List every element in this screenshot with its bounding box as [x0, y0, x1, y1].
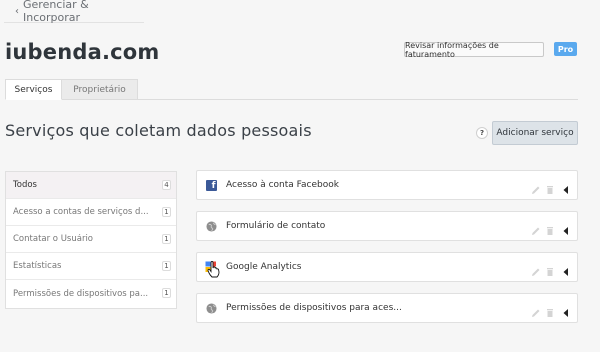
tab-owner[interactable]: Proprietário [62, 79, 138, 100]
caret-left-icon[interactable] [561, 262, 571, 276]
sidebar-item-account-access[interactable]: Acesso a contas de serviços d... 1 [6, 199, 176, 226]
sidebar-item-device-permissions[interactable]: Permissões de dispositivos pa... 1 [6, 280, 176, 307]
section-title: Serviços que coletam dados pessoais [5, 121, 312, 140]
plan-badge: Pro [554, 42, 577, 56]
service-row-google-analytics[interactable]: Google Analytics [196, 252, 578, 282]
sidebar-item-label: Acesso a contas de serviços d... [13, 207, 149, 217]
add-service-button[interactable]: Adicionar serviço [492, 121, 578, 145]
sidebar-item-label: Todos [13, 180, 37, 190]
pencil-icon[interactable] [531, 180, 541, 194]
service-row-device-permissions[interactable]: Permissões de dispositivos para aces... [196, 293, 578, 323]
site-title: iubenda.com [5, 40, 160, 64]
caret-left-icon[interactable] [561, 180, 571, 194]
service-label: Google Analytics [226, 262, 302, 272]
count-badge: 4 [162, 180, 171, 190]
caret-left-icon[interactable] [561, 303, 571, 317]
sidebar-item-label: Contatar o Usuário [13, 234, 94, 244]
sidebar-item-all[interactable]: Todos 4 [6, 172, 176, 199]
globe-icon [205, 302, 217, 314]
category-sidebar: Todos 4 Acesso a contas de serviços d...… [5, 171, 177, 309]
count-badge: 1 [162, 261, 171, 271]
chevron-left-icon: ‹ [15, 5, 19, 17]
caret-left-icon[interactable] [561, 221, 571, 235]
tab-bar: Serviços Proprietário [5, 79, 578, 100]
count-badge: 1 [162, 207, 171, 217]
service-label: Acesso à conta Facebook [226, 180, 339, 190]
service-row-contact-form[interactable]: Formulário de contato [196, 211, 578, 241]
sidebar-item-contact-user[interactable]: Contatar o Usuário 1 [6, 226, 176, 253]
back-link-label: Gerenciar & Incorporar [23, 0, 89, 24]
service-label: Formulário de contato [226, 221, 326, 231]
service-label: Permissões de dispositivos para aces... [226, 303, 402, 313]
sidebar-item-statistics[interactable]: Estatísticas 1 [6, 253, 176, 280]
service-row-facebook[interactable]: f Acesso à conta Facebook [196, 170, 578, 200]
trash-icon[interactable] [545, 221, 555, 235]
review-billing-button[interactable]: Revisar informações de faturamento [404, 41, 544, 59]
pencil-icon[interactable] [531, 221, 541, 235]
trash-icon[interactable] [545, 180, 555, 194]
pencil-icon[interactable] [531, 303, 541, 317]
trash-icon[interactable] [545, 303, 555, 317]
facebook-icon: f [205, 179, 217, 191]
globe-icon [205, 220, 217, 232]
count-badge: 1 [162, 288, 171, 298]
tab-services[interactable]: Serviços [5, 79, 62, 100]
pencil-icon[interactable] [531, 262, 541, 276]
help-icon[interactable]: ? [476, 127, 488, 139]
hand-cursor-icon [207, 261, 220, 278]
trash-icon[interactable] [545, 262, 555, 276]
sidebar-item-label: Permissões de dispositivos pa... [13, 288, 149, 299]
sidebar-item-label: Estatísticas [13, 261, 62, 271]
back-link[interactable]: ‹ Gerenciar & Incorporar [4, 0, 144, 24]
count-badge: 1 [162, 234, 171, 244]
